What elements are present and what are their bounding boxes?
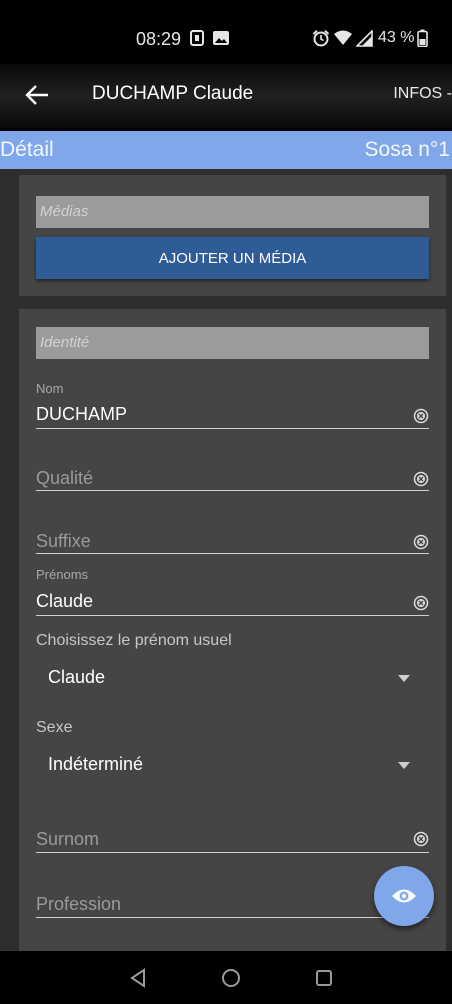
sexe-dropdown[interactable]: Indéterminé: [48, 749, 410, 781]
add-media-button[interactable]: AJOUTER UN MÉDIA: [36, 237, 429, 279]
nom-label: Nom: [36, 381, 64, 396]
prenoms-value: Claude: [36, 591, 94, 611]
identity-card: Identité Nom DUCHAMP Qualité Suffixe Pré…: [19, 309, 446, 951]
detail-bar: Détail Sosa n°1: [0, 131, 452, 169]
qualite-field[interactable]: Qualité: [36, 449, 429, 491]
sim-notification-icon: [190, 30, 204, 46]
qualite-placeholder: Qualité: [36, 468, 94, 488]
sexe-label: Sexe: [36, 719, 73, 736]
prenoms-label: Prénoms: [36, 567, 89, 582]
nom-underline: [36, 428, 429, 429]
medias-section-header: Médias: [36, 196, 429, 228]
back-triangle-icon[interactable]: [127, 967, 149, 989]
identity-section-title: Identité: [40, 334, 90, 351]
clear-circle-icon[interactable]: [413, 831, 429, 847]
eye-icon: [392, 889, 416, 903]
qualite-underline: [36, 490, 429, 491]
app-bar: DUCHAMP Claude INFOS -: [0, 64, 452, 128]
nom-field[interactable]: Nom DUCHAMP: [36, 381, 429, 429]
alarm-icon: [312, 30, 330, 47]
battery-percent: 43 %: [378, 29, 415, 46]
sexe-value: Indéterminé: [48, 754, 144, 774]
profession-underline: [36, 917, 429, 918]
signal-icon: [356, 29, 373, 47]
clear-circle-icon[interactable]: [413, 595, 429, 611]
suffixe-placeholder: Suffixe: [36, 531, 91, 551]
prenoms-field[interactable]: Prénoms Claude: [36, 567, 429, 616]
identity-section-header: Identité: [36, 327, 429, 359]
status-right: 43 %: [312, 28, 429, 48]
page-title: DUCHAMP Claude: [92, 83, 254, 104]
image-notification-icon: [213, 31, 229, 45]
clear-circle-icon[interactable]: [413, 534, 429, 550]
surnom-field[interactable]: Surnom: [36, 809, 429, 853]
status-bar: 08:29 43 %: [0, 0, 452, 64]
medias-card: Médias AJOUTER UN MÉDIA: [19, 175, 446, 296]
system-nav-bar: [0, 951, 452, 1004]
detail-label: Détail: [0, 138, 54, 161]
prenoms-underline: [36, 615, 429, 616]
caret-down-icon: [398, 675, 410, 682]
wifi-icon: [334, 30, 352, 45]
caret-down-icon: [398, 762, 410, 769]
suffixe-field[interactable]: Suffixe: [36, 512, 429, 554]
infos-menu-button[interactable]: INFOS -: [393, 85, 452, 103]
prenom-usuel-label: Choisissez le prénom usuel: [36, 632, 232, 649]
medias-section-title: Médias: [40, 203, 89, 220]
home-circle-icon[interactable]: [220, 967, 242, 989]
clear-circle-icon[interactable]: [413, 471, 429, 487]
sosa-number: Sosa n°1: [364, 138, 450, 161]
suffixe-underline: [36, 553, 429, 554]
profession-placeholder: Profession: [36, 894, 122, 914]
status-time: 08:29: [136, 29, 182, 49]
battery-icon: [417, 29, 429, 47]
prenom-usuel-dropdown[interactable]: Claude: [48, 662, 410, 694]
preview-fab-button[interactable]: [374, 866, 434, 926]
surnom-underline: [36, 852, 429, 853]
detail-content[interactable]: Médias AJOUTER UN MÉDIA Identité Nom DUC…: [0, 169, 452, 951]
prenom-usuel-value: Claude: [48, 667, 106, 687]
arrow-left-icon[interactable]: [24, 82, 50, 108]
recents-square-icon[interactable]: [313, 967, 335, 989]
nom-value: DUCHAMP: [36, 404, 128, 424]
surnom-placeholder: Surnom: [36, 829, 100, 849]
clear-circle-icon[interactable]: [413, 408, 429, 424]
profession-field[interactable]: Profession: [36, 874, 429, 918]
